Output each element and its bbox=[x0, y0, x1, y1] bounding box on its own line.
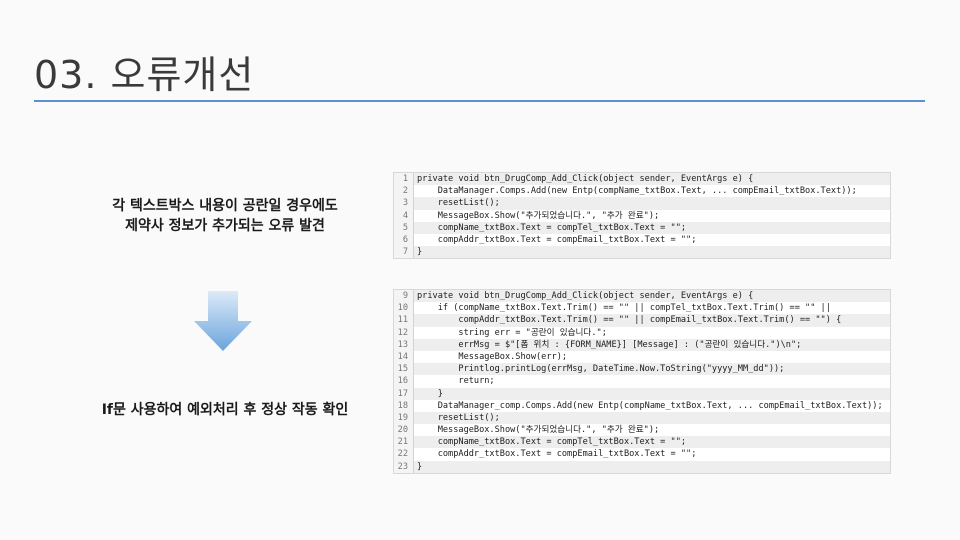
code-line: 9 private void btn_DrugComp_Add_Click(obj… bbox=[394, 290, 890, 303]
code-line: 19 resetList(); bbox=[394, 411, 890, 425]
code-line: 14 MessageBox.Show(err); bbox=[394, 350, 890, 364]
line-number: 4 bbox=[394, 209, 414, 222]
code-line: 18 DataManager_comp.Comps.Add(new Entp(c… bbox=[394, 399, 890, 412]
code-line: 20 MessageBox.Show("추가되었습니다.", "추가 완료"); bbox=[394, 424, 890, 437]
code-text: MessageBox.Show("추가되었습니다.", "추가 완료"); bbox=[417, 425, 660, 436]
code-line: 12 string err = "공란이 있습니다."; bbox=[394, 326, 890, 339]
line-number: 7 bbox=[394, 246, 414, 259]
line-number: 3 bbox=[394, 197, 414, 210]
code-text: compAddr_txtBox.Text.Trim() == "" || com… bbox=[414, 314, 890, 327]
code-text: MessageBox.Show(err); bbox=[417, 351, 568, 362]
line-number: 11 bbox=[394, 314, 414, 327]
line-number: 19 bbox=[394, 411, 414, 425]
line-number: 17 bbox=[394, 387, 414, 400]
fix-description: If문 사용하여 예외처리 후 정상 작동 확인 bbox=[101, 402, 349, 418]
code-line: 3 resetList(); bbox=[394, 197, 890, 210]
down-arrow-icon bbox=[194, 291, 252, 351]
line-number: 6 bbox=[394, 233, 414, 247]
issue-description: 각 텍스트박스 내용이 공란일 경우에도 제약사 정보가 추가되는 오류 발견 bbox=[80, 196, 370, 236]
line-number: 5 bbox=[394, 221, 414, 234]
code-line: 2 DataManager.Comps.Add(new Entp(compNam… bbox=[394, 185, 890, 198]
code-text: private void btn_DrugComp_Add_Click(obje… bbox=[414, 290, 890, 303]
line-number: 22 bbox=[394, 448, 414, 461]
code-line: 22 compAddr_txtBox.Text = compEmail_txtB… bbox=[394, 448, 890, 461]
code-text: resetList(); bbox=[414, 197, 890, 210]
line-number: 13 bbox=[394, 338, 414, 351]
line-number: 23 bbox=[394, 460, 414, 473]
line-number: 21 bbox=[394, 436, 414, 449]
code-text: } bbox=[414, 460, 890, 473]
code-line: 15 Printlog.printLog(errMsg, DateTime.No… bbox=[394, 363, 890, 376]
code-text: compAddr_txtBox.Text = compEmail_txtBox.… bbox=[417, 234, 697, 245]
code-text: compName_txtBox.Text = compTel_txtBox.Te… bbox=[414, 436, 890, 449]
code-text: DataManager_comp.Comps.Add(new Entp(comp… bbox=[417, 400, 883, 411]
code-line: 23} bbox=[394, 460, 890, 473]
code-text: MessageBox.Show("추가되었습니다.", "추가 완료"); bbox=[417, 210, 660, 221]
issue-description-line-2: 제약사 정보가 추가되는 오류 발견 bbox=[125, 218, 325, 234]
code-text: } bbox=[414, 387, 890, 400]
code-line: 5 compName_txtBox.Text = compTel_txtBox.… bbox=[394, 221, 890, 234]
line-number: 15 bbox=[394, 363, 414, 376]
code-line: 10 if (compName_txtBox.Text.Trim() == ""… bbox=[394, 302, 890, 315]
line-number: 9 bbox=[394, 290, 414, 303]
code-line: 17 } bbox=[394, 387, 890, 400]
code-text: errMsg = $"[폼 위치 : {FORM_NAME}] [Message… bbox=[414, 338, 890, 351]
code-line: 11 compAddr_txtBox.Text.Trim() == "" || … bbox=[394, 314, 890, 327]
code-text: compName_txtBox.Text = compTel_txtBox.Te… bbox=[414, 221, 890, 234]
code-line: 4 MessageBox.Show("추가되었습니다.", "추가 완료"); bbox=[394, 209, 890, 222]
line-number: 20 bbox=[394, 424, 414, 437]
code-line: 13 errMsg = $"[폼 위치 : {FORM_NAME}] [Mess… bbox=[394, 338, 890, 351]
code-line: 1 private void btn_DrugComp_Add_Click(obj… bbox=[394, 173, 890, 186]
code-text: } bbox=[414, 246, 890, 259]
code-line: 7} bbox=[394, 246, 890, 259]
code-text: resetList(); bbox=[414, 411, 890, 425]
line-number: 16 bbox=[394, 375, 414, 388]
line-number: 2 bbox=[394, 185, 414, 198]
line-number: 12 bbox=[394, 326, 414, 339]
line-number: 10 bbox=[394, 302, 414, 315]
issue-description-line-1: 각 텍스트박스 내용이 공란일 경우에도 bbox=[112, 198, 338, 214]
line-number: 18 bbox=[394, 399, 414, 412]
code-text: private void btn_DrugComp_Add_Click(obje… bbox=[414, 173, 890, 186]
code-text: string err = "공란이 있습니다."; bbox=[417, 327, 607, 338]
code-block-after: 9 private void btn_DrugComp_Add_Click(obj… bbox=[393, 289, 891, 474]
line-number: 14 bbox=[394, 350, 414, 364]
code-block-before: 1 private void btn_DrugComp_Add_Click(obj… bbox=[393, 172, 891, 260]
page-title: 03. 오류개선 bbox=[34, 53, 255, 97]
code-line: 16 return; bbox=[394, 375, 890, 388]
title-divider bbox=[34, 100, 925, 102]
code-text: DataManager.Comps.Add(new Entp(compName_… bbox=[417, 186, 857, 197]
line-number: 1 bbox=[394, 173, 414, 186]
code-text: compAddr_txtBox.Text = compEmail_txtBox.… bbox=[417, 449, 697, 460]
code-line: 6 compAddr_txtBox.Text = compEmail_txtBo… bbox=[394, 233, 890, 247]
code-text: if (compName_txtBox.Text.Trim() == "" ||… bbox=[417, 303, 831, 314]
code-text: Printlog.printLog(errMsg, DateTime.Now.T… bbox=[414, 363, 890, 376]
code-line: 21 compName_txtBox.Text = compTel_txtBox… bbox=[394, 436, 890, 449]
code-text: return; bbox=[417, 376, 495, 387]
